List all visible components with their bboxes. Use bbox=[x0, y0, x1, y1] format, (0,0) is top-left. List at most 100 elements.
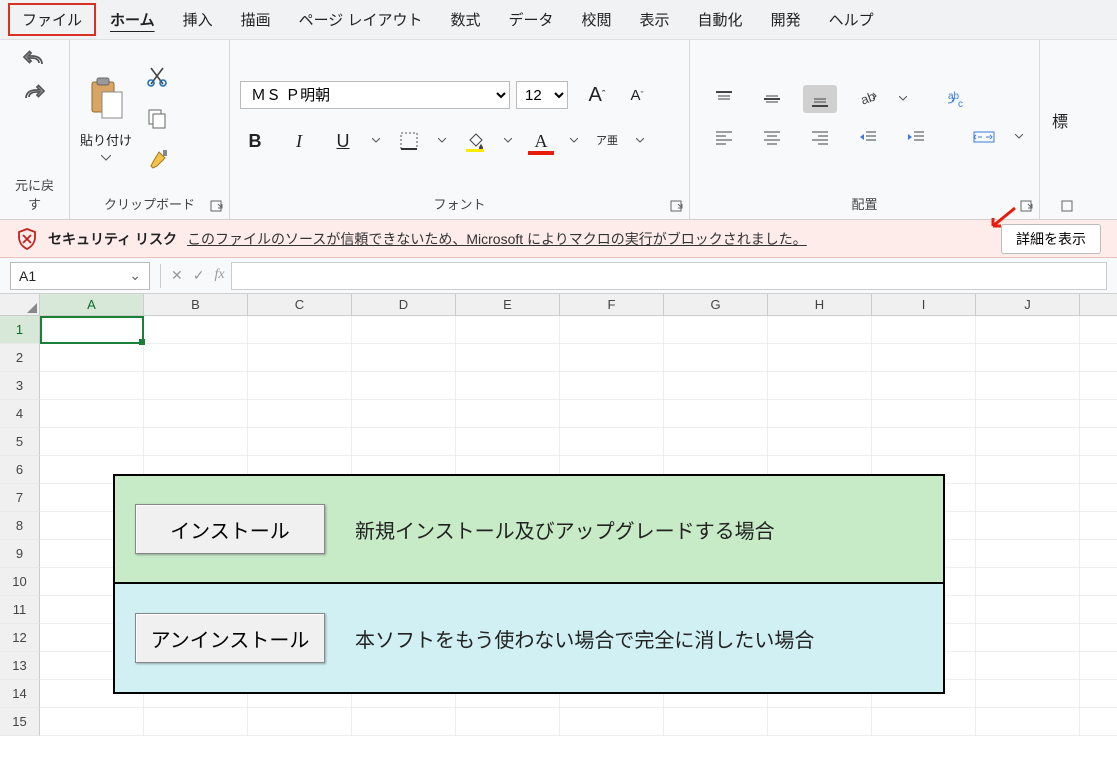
font-color-button[interactable]: A bbox=[526, 127, 556, 155]
cell[interactable] bbox=[248, 400, 352, 428]
row-header[interactable]: 6 bbox=[0, 456, 40, 484]
cell[interactable] bbox=[352, 344, 456, 372]
menu-help[interactable]: ヘルプ bbox=[815, 3, 888, 36]
uninstall-button[interactable]: アンインストール bbox=[135, 613, 325, 663]
cell[interactable] bbox=[976, 428, 1080, 456]
cell[interactable] bbox=[560, 372, 664, 400]
fill-color-button[interactable] bbox=[460, 127, 490, 155]
cell[interactable] bbox=[1080, 568, 1117, 596]
cell[interactable] bbox=[560, 708, 664, 736]
font-name-select[interactable]: ＭＳ Ｐ明朝 bbox=[240, 81, 510, 109]
cell[interactable] bbox=[144, 316, 248, 344]
cell[interactable] bbox=[456, 344, 560, 372]
install-button[interactable]: インストール bbox=[135, 504, 325, 554]
cell[interactable] bbox=[1080, 624, 1117, 652]
row-header[interactable]: 1 bbox=[0, 316, 40, 344]
cell[interactable] bbox=[456, 400, 560, 428]
font-size-select[interactable]: 12 bbox=[516, 81, 568, 109]
cell[interactable] bbox=[1080, 512, 1117, 540]
select-all-corner[interactable] bbox=[0, 294, 40, 316]
clipboard-launcher-icon[interactable] bbox=[209, 199, 225, 215]
chevron-down-icon[interactable] bbox=[438, 138, 446, 144]
cell[interactable] bbox=[560, 400, 664, 428]
menu-data[interactable]: データ bbox=[495, 3, 568, 36]
cell[interactable] bbox=[664, 428, 768, 456]
bold-button[interactable]: B bbox=[240, 127, 270, 155]
copy-button[interactable] bbox=[140, 104, 174, 132]
grow-font-button[interactable]: Aˆ bbox=[582, 81, 612, 109]
row-header[interactable]: 12 bbox=[0, 624, 40, 652]
menu-file[interactable]: ファイル bbox=[8, 3, 96, 36]
cell[interactable] bbox=[40, 708, 144, 736]
cell[interactable] bbox=[1080, 456, 1117, 484]
cell[interactable] bbox=[352, 400, 456, 428]
cell[interactable] bbox=[144, 372, 248, 400]
cell[interactable] bbox=[40, 344, 144, 372]
cell[interactable] bbox=[40, 372, 144, 400]
menu-draw[interactable]: 描画 bbox=[227, 3, 285, 36]
fx-icon[interactable]: fx bbox=[214, 267, 224, 284]
cell[interactable] bbox=[976, 568, 1080, 596]
menu-page-layout[interactable]: ページ レイアウト bbox=[285, 3, 437, 36]
cell[interactable] bbox=[40, 316, 144, 344]
cell[interactable] bbox=[352, 428, 456, 456]
cell[interactable] bbox=[872, 428, 976, 456]
cancel-formula-icon[interactable]: ✕ bbox=[171, 267, 183, 284]
cell[interactable] bbox=[768, 372, 872, 400]
cell[interactable] bbox=[560, 344, 664, 372]
column-header[interactable]: D bbox=[352, 294, 456, 316]
cell[interactable] bbox=[976, 512, 1080, 540]
cell[interactable] bbox=[248, 708, 352, 736]
menu-view[interactable]: 表示 bbox=[626, 3, 684, 36]
cell[interactable] bbox=[248, 372, 352, 400]
cell[interactable] bbox=[976, 624, 1080, 652]
row-header[interactable]: 2 bbox=[0, 344, 40, 372]
style-normal[interactable]: 標 bbox=[1050, 46, 1070, 194]
cell[interactable] bbox=[456, 428, 560, 456]
cell[interactable] bbox=[248, 344, 352, 372]
name-box[interactable]: A1 ⌄ bbox=[10, 262, 150, 290]
cell[interactable] bbox=[248, 316, 352, 344]
cell[interactable] bbox=[664, 400, 768, 428]
column-header[interactable]: I bbox=[872, 294, 976, 316]
menu-home[interactable]: ホーム bbox=[96, 3, 169, 36]
cell[interactable] bbox=[976, 400, 1080, 428]
chevron-down-icon[interactable] bbox=[899, 96, 907, 102]
cell[interactable] bbox=[1080, 316, 1117, 344]
column-header[interactable]: E bbox=[456, 294, 560, 316]
merge-button[interactable] bbox=[967, 123, 1001, 151]
cell[interactable] bbox=[1080, 596, 1117, 624]
paste-button[interactable]: 貼り付け bbox=[80, 76, 132, 161]
column-header[interactable]: H bbox=[768, 294, 872, 316]
cell[interactable] bbox=[144, 344, 248, 372]
format-painter-button[interactable] bbox=[140, 146, 174, 174]
cell[interactable] bbox=[976, 540, 1080, 568]
row-header[interactable]: 10 bbox=[0, 568, 40, 596]
align-middle-button[interactable] bbox=[755, 85, 789, 113]
decrease-indent-button[interactable] bbox=[851, 123, 885, 151]
cell[interactable] bbox=[976, 596, 1080, 624]
cell[interactable] bbox=[1080, 484, 1117, 512]
row-header[interactable]: 4 bbox=[0, 400, 40, 428]
wrap-text-button[interactable]: abc bbox=[941, 85, 975, 113]
border-button[interactable] bbox=[394, 127, 424, 155]
cell[interactable] bbox=[144, 708, 248, 736]
column-header[interactable]: C bbox=[248, 294, 352, 316]
cell[interactable] bbox=[560, 316, 664, 344]
cell[interactable] bbox=[1080, 652, 1117, 680]
row-header[interactable]: 5 bbox=[0, 428, 40, 456]
cell[interactable] bbox=[976, 372, 1080, 400]
cell[interactable] bbox=[1080, 344, 1117, 372]
orientation-button[interactable]: ab bbox=[851, 85, 885, 113]
cell[interactable] bbox=[976, 652, 1080, 680]
cell[interactable] bbox=[976, 708, 1080, 736]
shrink-font-button[interactable]: Aˇ bbox=[622, 81, 652, 109]
styles-launcher-icon[interactable] bbox=[1060, 199, 1076, 215]
cell[interactable] bbox=[144, 400, 248, 428]
align-left-button[interactable] bbox=[707, 123, 741, 151]
menu-developer[interactable]: 開発 bbox=[757, 3, 815, 36]
column-header[interactable]: A bbox=[40, 294, 144, 316]
row-header[interactable]: 11 bbox=[0, 596, 40, 624]
column-header[interactable]: B bbox=[144, 294, 248, 316]
alignment-launcher-icon[interactable] bbox=[1019, 199, 1035, 215]
